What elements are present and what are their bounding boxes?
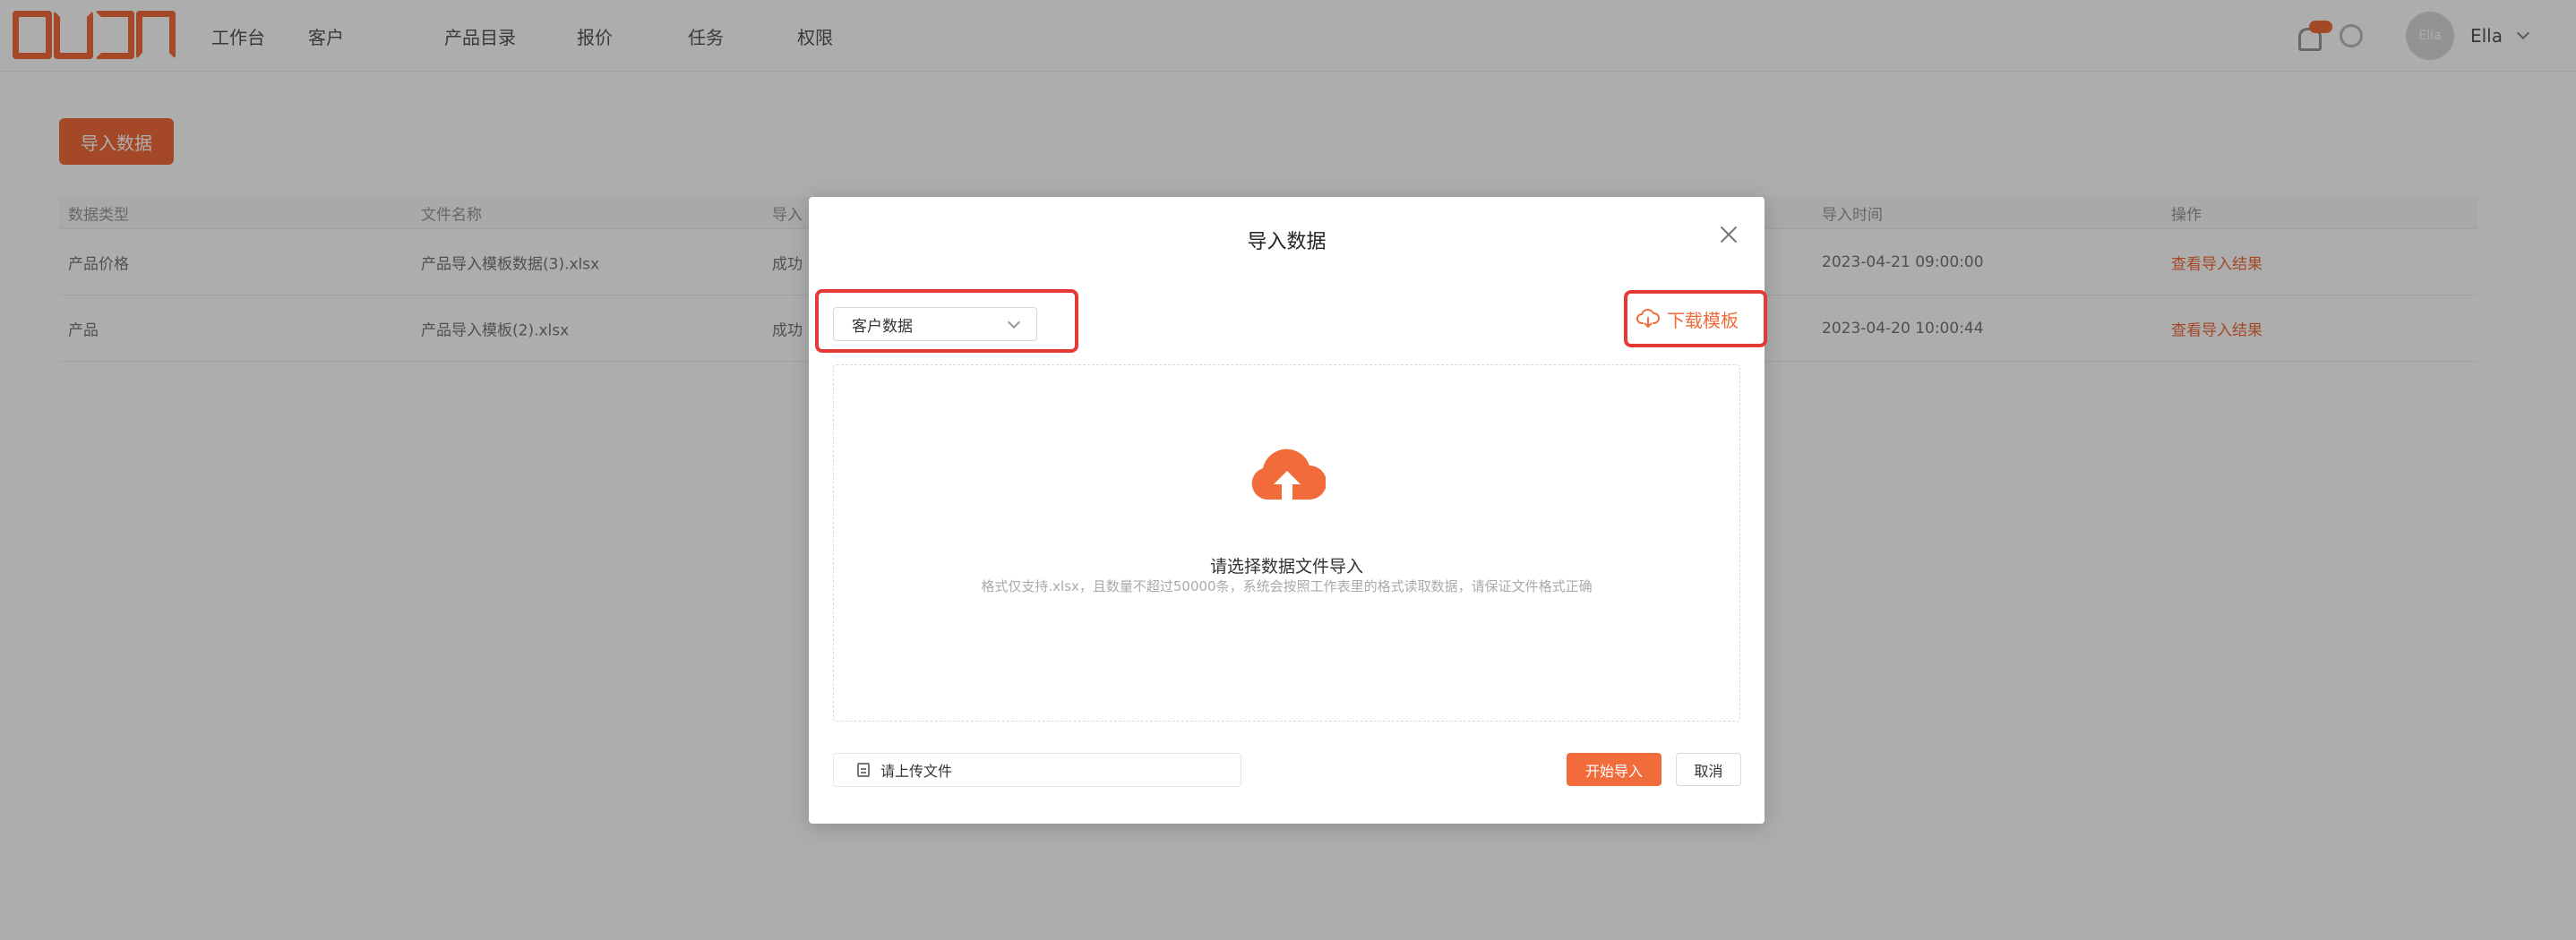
cloud-upload-icon xyxy=(1251,449,1326,500)
start-import-button[interactable]: 开始导入 xyxy=(1567,753,1662,786)
cancel-button[interactable]: 取消 xyxy=(1676,753,1741,786)
download-template-link[interactable]: 下载模板 xyxy=(1636,303,1739,335)
document-icon xyxy=(857,763,870,777)
uploaded-file-field[interactable]: 请上传文件 xyxy=(833,753,1241,787)
cloud-download-icon xyxy=(1636,309,1660,328)
dropzone-title: 请选择数据文件导入 xyxy=(1209,557,1363,577)
data-type-select[interactable]: 客户数据 xyxy=(833,307,1037,341)
dropzone-hint: 格式仅支持.xlsx，且数量不超过50000条，系统会按照工作表里的格式读取数据… xyxy=(981,578,1593,594)
file-placeholder: 请上传文件 xyxy=(880,763,953,780)
modal-title: 导入数据 xyxy=(1247,231,1327,253)
file-dropzone[interactable]: 请选择数据文件导入 格式仅支持.xlsx，且数量不超过50000条，系统会按照工… xyxy=(833,364,1740,722)
import-data-modal: 导入数据 客户数据 下载模板 请选择数据文件导入 格式仅支持.xlsx，且数量不… xyxy=(809,197,1767,824)
close-icon[interactable] xyxy=(1716,222,1741,247)
chevron-down-icon xyxy=(1007,315,1021,329)
select-value: 客户数据 xyxy=(852,317,913,336)
download-template-label: 下载模板 xyxy=(1667,309,1739,331)
